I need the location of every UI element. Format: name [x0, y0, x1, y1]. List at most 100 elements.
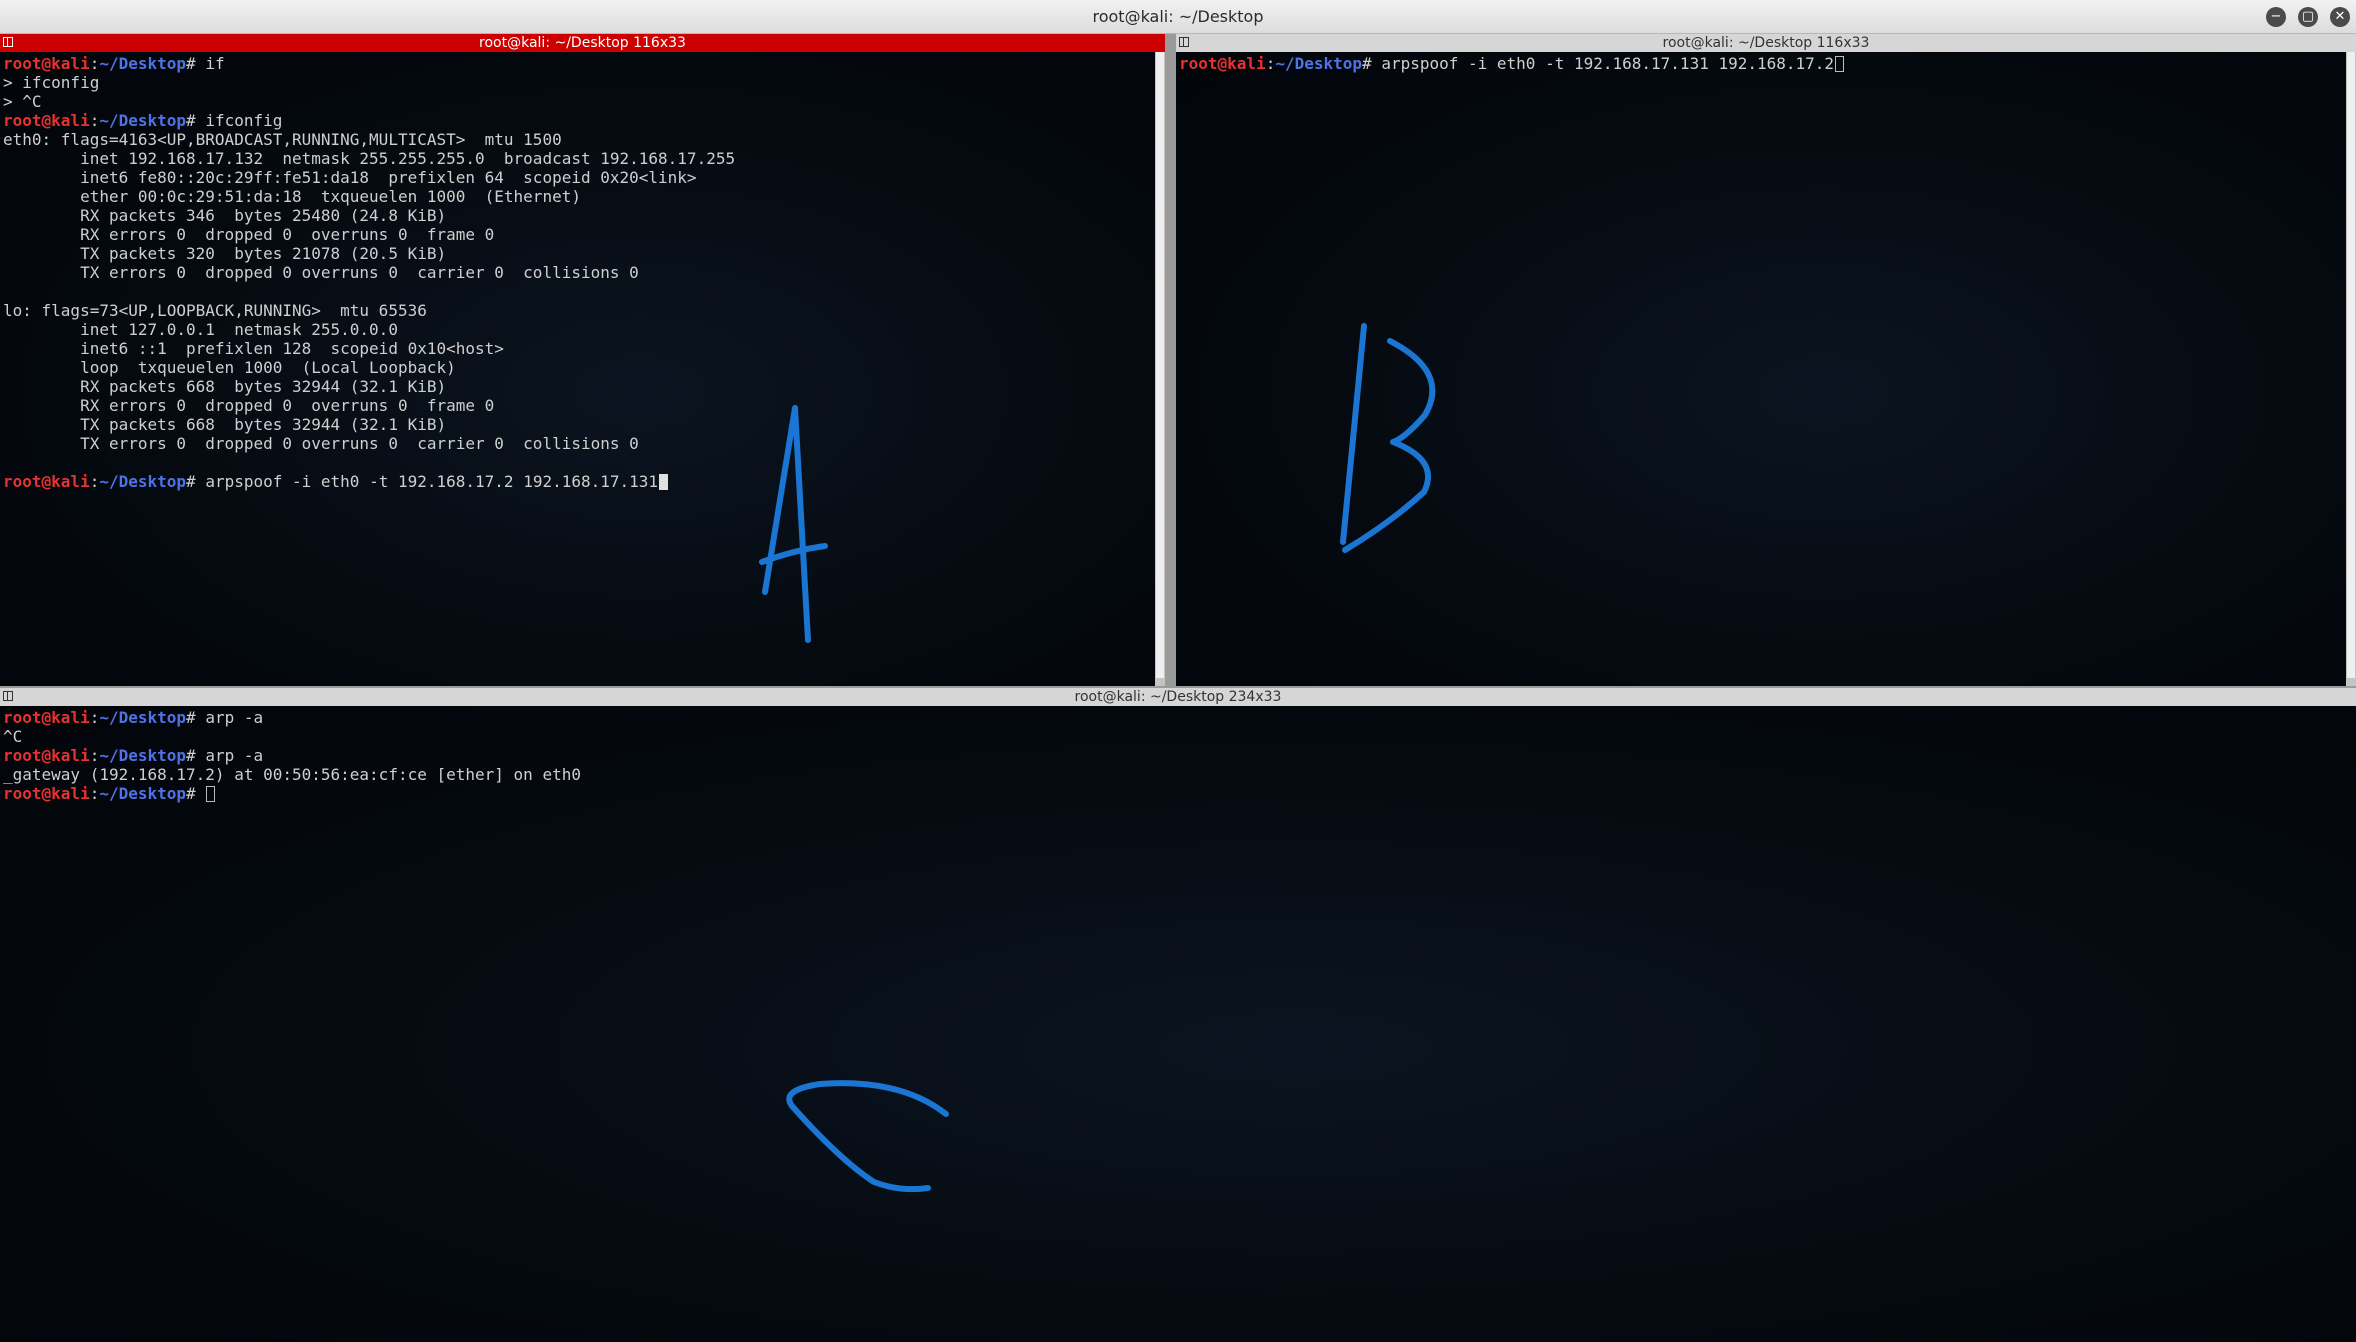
scrollbar-thumb[interactable]: [1156, 52, 1164, 678]
window-title: root@kali: ~/Desktop: [1092, 7, 1264, 26]
prompt-user: root@kali: [1179, 54, 1266, 73]
prompt-path: ~/Desktop: [99, 784, 187, 803]
output-text: ^C: [3, 727, 23, 746]
output-text: RX packets 668 bytes 32944 (32.1 KiB): [3, 377, 447, 396]
prompt-user: root@kali: [3, 708, 90, 727]
prompt-user: root@kali: [3, 54, 90, 73]
terminal-line: ether 00:0c:29:51:da:18 txqueuelen 1000 …: [3, 187, 1145, 206]
output-text: _gateway (192.168.17.2) at 00:50:56:ea:c…: [3, 765, 581, 784]
output-text: > ifconfig: [3, 73, 100, 92]
maximize-button[interactable]: ▢: [2298, 7, 2318, 27]
text-cursor: [206, 786, 216, 802]
output-text: TX errors 0 dropped 0 overruns 0 carrier…: [3, 434, 639, 453]
pane-header-top-right[interactable]: root@kali: ~/Desktop 116x33: [1176, 34, 2356, 52]
terminal-line: inet6 ::1 prefixlen 128 scopeid 0x10<hos…: [3, 339, 1145, 358]
prompt-symbol: #: [186, 111, 206, 130]
terminal-line: ^C: [3, 727, 2336, 746]
terminal-line: RX errors 0 dropped 0 overruns 0 frame 0: [3, 225, 1145, 244]
output-text: inet 192.168.17.132 netmask 255.255.255.…: [3, 149, 736, 168]
command-text: arpspoof -i eth0 -t 192.168.17.131 192.1…: [1381, 54, 1835, 73]
prompt-path: ~/Desktop: [99, 746, 187, 765]
terminal-output[interactable]: root@kali:~/Desktop# if > ifconfig > ^C roo…: [3, 54, 1145, 491]
output-text: RX errors 0 dropped 0 overruns 0 frame 0: [3, 396, 495, 415]
output-text: eth0: flags=4163<UP,BROADCAST,RUNNING,MU…: [3, 130, 562, 149]
terminal-line: root@kali:~/Desktop#: [3, 784, 2336, 803]
command-text: ifconfig: [205, 111, 283, 130]
prompt-symbol: #: [186, 708, 206, 727]
terminal-line: RX packets 668 bytes 32944 (32.1 KiB): [3, 377, 1145, 396]
close-button[interactable]: ✕: [2330, 7, 2350, 27]
pane-header-bottom[interactable]: root@kali: ~/Desktop 234x33: [0, 688, 2356, 706]
window-controls: − ▢ ✕: [2266, 7, 2350, 27]
terminal-line: root@kali:~/Desktop# arp -a: [3, 746, 2336, 765]
terminal-line: > ifconfig: [3, 73, 1145, 92]
terminal-line: root@kali:~/Desktop# arp -a: [3, 708, 2336, 727]
text-cursor: [659, 474, 669, 490]
scrollbar-thumb[interactable]: [2347, 52, 2355, 678]
pane-header-top-left[interactable]: root@kali: ~/Desktop 116x33: [0, 34, 1165, 52]
prompt-user: root@kali: [3, 784, 90, 803]
split-icon[interactable]: [1179, 37, 1189, 47]
prompt-symbol: #: [186, 746, 206, 765]
output-text: TX packets 320 bytes 21078 (20.5 KiB): [3, 244, 447, 263]
pane-title: root@kali: ~/Desktop 116x33: [479, 35, 686, 51]
split-icon[interactable]: [3, 691, 13, 701]
prompt-path: ~/Desktop: [1275, 54, 1363, 73]
terminal-line: root@kali:~/Desktop# ifconfig: [3, 111, 1145, 130]
output-text: RX packets 346 bytes 25480 (24.8 KiB): [3, 206, 447, 225]
terminal-output[interactable]: root@kali:~/Desktop# arpspoof -i eth0 -t…: [1179, 54, 2336, 73]
prompt-path: ~/Desktop: [99, 54, 187, 73]
prompt-separator: :: [89, 746, 100, 765]
terminal-line: inet 127.0.0.1 netmask 255.0.0.0: [3, 320, 1145, 339]
terminal-pane-top-right[interactable]: root@kali: ~/Desktop 116x33 root@kali:~/…: [1176, 34, 2356, 686]
prompt-path: ~/Desktop: [99, 111, 187, 130]
terminal-pane-top-left[interactable]: root@kali: ~/Desktop 116x33 root@kali:~/…: [0, 34, 1165, 686]
output-text: RX errors 0 dropped 0 overruns 0 frame 0: [3, 225, 495, 244]
output-text: loop txqueuelen 1000 (Local Loopback): [3, 358, 456, 377]
prompt-symbol: #: [1362, 54, 1382, 73]
output-text: TX packets 668 bytes 32944 (32.1 KiB): [3, 415, 447, 434]
command-text: arp -a: [205, 708, 264, 727]
output-text: inet 127.0.0.1 netmask 255.0.0.0: [3, 320, 398, 339]
prompt-separator: :: [1265, 54, 1276, 73]
prompt-user: root@kali: [3, 472, 90, 491]
command-text: arpspoof -i eth0 -t 192.168.17.2 192.168…: [205, 472, 659, 491]
output-text: inet6 ::1 prefixlen 128 scopeid 0x10<hos…: [3, 339, 504, 358]
minimize-button[interactable]: −: [2266, 7, 2286, 27]
text-cursor: [1835, 56, 1845, 72]
prompt-separator: :: [89, 54, 100, 73]
prompt-separator: :: [89, 708, 100, 727]
command-text: arp -a: [205, 746, 264, 765]
prompt-symbol: #: [186, 472, 206, 491]
terminal-line: TX packets 668 bytes 32944 (32.1 KiB): [3, 415, 1145, 434]
terminal-line: RX errors 0 dropped 0 overruns 0 frame 0: [3, 396, 1145, 415]
prompt-path: ~/Desktop: [99, 472, 187, 491]
vertical-splitter[interactable]: [1165, 34, 1176, 686]
scrollbar[interactable]: [1155, 52, 1165, 686]
terminal-pane-bottom[interactable]: root@kali: ~/Desktop 234x33 root@kali:~/…: [0, 688, 2356, 1342]
prompt-symbol: #: [186, 54, 206, 73]
terminal-line: > ^C: [3, 92, 1145, 111]
terminal-line: loop txqueuelen 1000 (Local Loopback): [3, 358, 1145, 377]
pane-title: root@kali: ~/Desktop 234x33: [1074, 689, 1282, 705]
terminal-line: inet6 fe80::20c:29ff:fe51:da18 prefixlen…: [3, 168, 1145, 187]
terminal-line: inet 192.168.17.132 netmask 255.255.255.…: [3, 149, 1145, 168]
terminal-line: lo: flags=73<UP,LOOPBACK,RUNNING> mtu 65…: [3, 301, 1145, 320]
terminal-line: TX errors 0 dropped 0 overruns 0 carrier…: [3, 434, 1145, 453]
output-text: lo: flags=73<UP,LOOPBACK,RUNNING> mtu 65…: [3, 301, 427, 320]
prompt-path: ~/Desktop: [99, 708, 187, 727]
command-text: if: [205, 54, 225, 73]
output-text: > ^C: [3, 92, 42, 111]
terminal-line: root@kali:~/Desktop# arpspoof -i eth0 -t…: [1179, 54, 2336, 73]
terminal-line: eth0: flags=4163<UP,BROADCAST,RUNNING,MU…: [3, 130, 1145, 149]
terminal-output[interactable]: root@kali:~/Desktop# arp -a ^C root@kali:~…: [3, 708, 2336, 803]
split-icon[interactable]: [3, 37, 13, 47]
terminal-line: root@kali:~/Desktop# if: [3, 54, 1145, 73]
terminal-line: _gateway (192.168.17.2) at 00:50:56:ea:c…: [3, 765, 2336, 784]
prompt-user: root@kali: [3, 111, 90, 130]
scrollbar[interactable]: [2346, 52, 2356, 686]
pane-title: root@kali: ~/Desktop 116x33: [1662, 35, 1870, 51]
prompt-separator: :: [89, 784, 100, 803]
output-text: TX errors 0 dropped 0 overruns 0 carrier…: [3, 263, 639, 282]
